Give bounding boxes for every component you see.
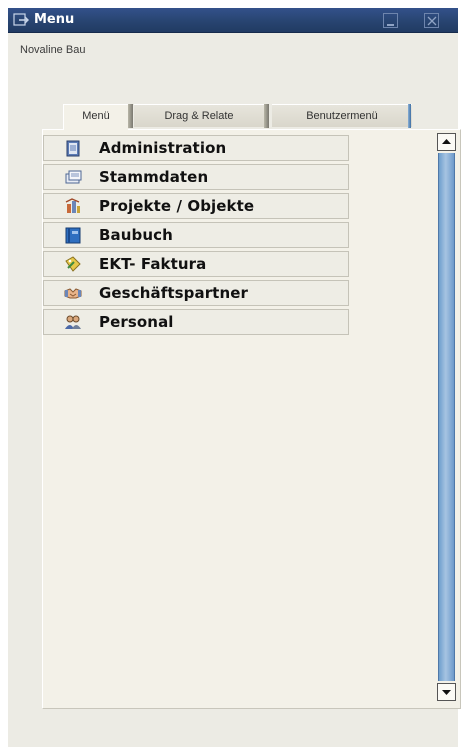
menu-panel: Administration Stammdaten Projekte / Obj…	[42, 129, 461, 709]
menu-window-icon	[13, 13, 29, 26]
personal-icon	[65, 315, 81, 329]
menu-item-label: EKT- Faktura	[99, 255, 207, 273]
tab-divider	[408, 104, 411, 128]
arrow-down-icon	[442, 690, 451, 695]
menu-item-stammdaten[interactable]: Stammdaten	[43, 164, 349, 190]
scroll-up-button[interactable]	[437, 133, 456, 151]
menu-item-ekt-faktura[interactable]: EKT- Faktura	[43, 251, 349, 277]
scroll-down-button[interactable]	[437, 683, 456, 701]
menu-item-label: Administration	[99, 139, 227, 157]
minimize-button[interactable]	[383, 13, 398, 28]
faktura-icon	[65, 256, 81, 272]
minimize-icon	[387, 24, 394, 26]
baubuch-icon	[65, 227, 81, 244]
tab-benutzermenu[interactable]: Benutzermenü	[272, 104, 412, 127]
menu-item-baubuch[interactable]: Baubuch	[43, 222, 349, 248]
window-title: Menu	[34, 12, 75, 27]
geschaeftspartner-icon	[64, 288, 82, 299]
projekte-icon	[65, 198, 80, 213]
stammdaten-icon	[65, 170, 82, 184]
arrow-up-icon	[442, 139, 451, 144]
menu-item-label: Stammdaten	[99, 168, 209, 186]
title-bar[interactable]: Menu	[8, 8, 458, 33]
close-icon	[427, 16, 437, 26]
tab-divider	[128, 104, 133, 128]
menu-item-label: Personal	[99, 313, 174, 331]
close-button[interactable]	[424, 13, 439, 28]
menu-item-personal[interactable]: Personal	[43, 309, 349, 335]
tab-drag-relate[interactable]: Drag & Relate	[134, 104, 264, 127]
administration-icon	[66, 140, 80, 157]
tab-divider	[264, 104, 269, 128]
menu-item-label: Baubuch	[99, 226, 173, 244]
tab-menu[interactable]: Menü	[63, 104, 128, 130]
menu-window: Menu Novaline Bau Menü Drag & Relate Ben…	[8, 8, 461, 747]
scroll-thumb[interactable]	[438, 153, 455, 681]
vertical-scrollbar[interactable]	[436, 131, 459, 701]
menu-item-administration[interactable]: Administration	[43, 135, 349, 161]
company-name: Novaline Bau	[20, 44, 86, 56]
menu-item-geschaeftspartner[interactable]: Geschäftspartner	[43, 280, 349, 306]
menu-item-projekte[interactable]: Projekte / Objekte	[43, 193, 349, 219]
menu-item-label: Geschäftspartner	[99, 284, 249, 302]
menu-item-label: Projekte / Objekte	[99, 197, 255, 215]
